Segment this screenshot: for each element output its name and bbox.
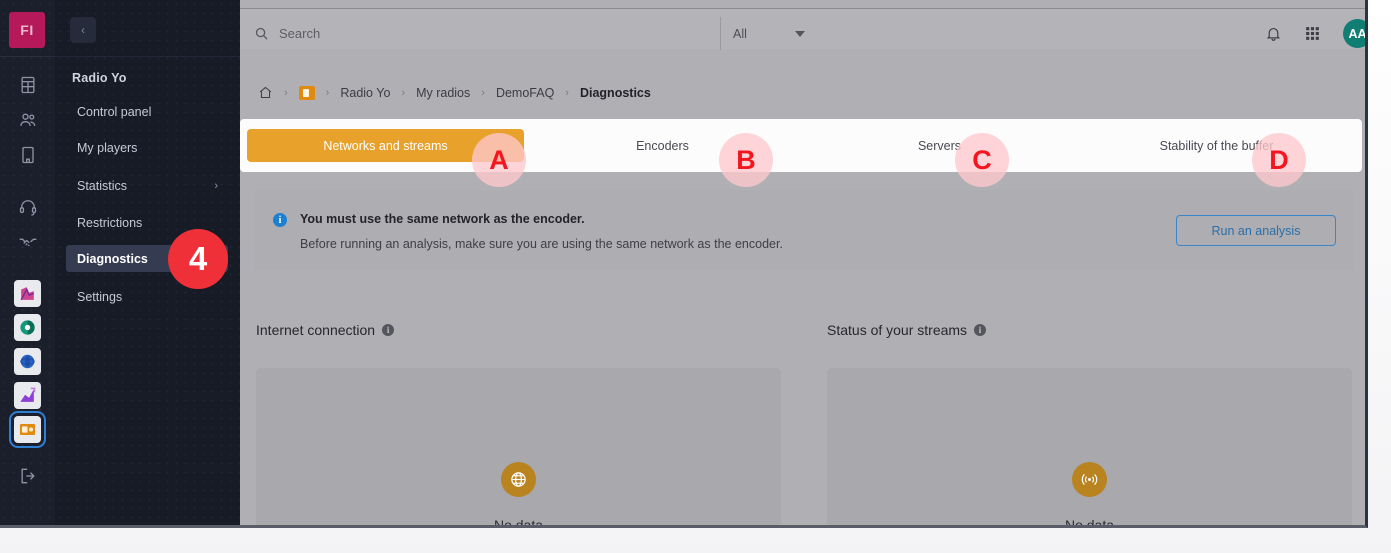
top-bar: All AA <box>240 8 1365 50</box>
grid-apps-icon[interactable] <box>1304 25 1321 42</box>
screenshot-root: FI ‹ Radio Yo Control panel My players S… <box>0 0 1391 553</box>
info-icon[interactable]: i <box>974 324 987 336</box>
bell-icon[interactable] <box>1265 25 1282 42</box>
breadcrumb-separator: › <box>481 86 485 99</box>
info-banner-title: You must use the same network as the enc… <box>300 212 585 226</box>
breadcrumb-separator: › <box>401 86 406 99</box>
sidebar-item-statistics[interactable]: Statistics › <box>66 172 228 199</box>
breadcrumb-item-diagnostics: Diagnostics <box>579 85 651 100</box>
search-icon <box>254 26 269 41</box>
breadcrumb-separator: › <box>565 86 569 99</box>
info-icon[interactable]: i <box>382 324 395 336</box>
partners-icon[interactable] <box>15 228 41 254</box>
avatar[interactable]: AA <box>1343 19 1365 48</box>
annotation-marker-c: C <box>955 133 1009 187</box>
annotation-marker-d: D <box>1252 133 1306 187</box>
app-analytics[interactable] <box>14 280 41 307</box>
sidebar-item-label: Restrictions <box>77 215 143 230</box>
info-banner: i You must use the same network as the e… <box>254 190 1354 270</box>
sidebar-item-label: Statistics <box>77 178 128 193</box>
topbar-actions: AA <box>1265 17 1365 50</box>
search-filter-select[interactable]: All <box>720 17 815 50</box>
info-icon: i <box>273 213 287 227</box>
home-icon[interactable] <box>258 85 273 100</box>
customers-icon[interactable] <box>15 107 41 133</box>
search-input[interactable] <box>279 26 679 41</box>
invoices-icon[interactable] <box>15 72 41 98</box>
sidebar-item-my-players[interactable]: My players <box>66 134 228 161</box>
app-hub[interactable] <box>14 348 41 375</box>
breadcrumb-separator: › <box>325 86 330 99</box>
sidebar-item-label: Diagnostics <box>77 251 148 266</box>
company-icon[interactable] <box>15 142 41 168</box>
chevron-right-icon: › <box>214 179 218 192</box>
app-globe[interactable] <box>14 314 41 341</box>
panel-title-internet-connection: Internet connection i <box>256 322 395 338</box>
annotation-marker-a: A <box>472 133 526 187</box>
info-banner-subtitle: Before running an analysis, make sure yo… <box>300 237 783 251</box>
sidebar-item-control-panel[interactable]: Control panel <box>66 98 228 125</box>
sidebar-item-label: Control panel <box>77 104 152 119</box>
panel-title-status-of-your-streams: Status of your streams i <box>827 322 987 338</box>
sidebar-divider <box>55 56 240 57</box>
panel-internet-connection: No data <box>256 368 781 528</box>
sidebar-title: Radio Yo <box>72 71 127 85</box>
empty-state-label: No data <box>493 517 544 528</box>
breadcrumb-item-demofaq[interactable]: DemoFAQ <box>496 86 554 100</box>
icon-rail: FI <box>0 0 55 525</box>
rail-divider <box>0 56 55 57</box>
run-analysis-button[interactable]: Run an analysis <box>1176 215 1336 246</box>
panel-status-of-your-streams: No data <box>827 368 1352 528</box>
breadcrumb-item-my-radios[interactable]: My radios <box>416 86 470 100</box>
app-radio[interactable] <box>9 411 46 448</box>
tab-bar: Networks and streams Encoders Servers St… <box>240 119 1362 172</box>
tab-stability-of-the-buffer[interactable]: Stability of the buffer <box>1078 129 1355 162</box>
empty-state-status-of-your-streams: No data <box>827 462 1352 528</box>
empty-state-label: No data <box>1064 517 1115 528</box>
sidebar-collapse-button[interactable]: ‹ <box>70 17 96 43</box>
radio-app-icon[interactable] <box>298 85 315 100</box>
sidebar-item-label: My players <box>77 140 138 155</box>
panel-title-text: Status of your streams <box>827 322 968 338</box>
tab-servers[interactable]: Servers <box>801 129 1078 162</box>
annotation-marker-b: B <box>719 133 773 187</box>
breadcrumb: › › Radio Yo › My radios › DemoFAQ › Dia… <box>240 72 1365 113</box>
brand-logo[interactable]: FI <box>9 12 45 48</box>
app-charts[interactable] <box>14 382 41 409</box>
search-filter-value: All <box>733 26 747 41</box>
main-content: All AA <box>240 0 1365 528</box>
support-icon[interactable] <box>15 194 41 220</box>
breadcrumb-separator: › <box>284 86 288 99</box>
chevron-down-icon <box>795 30 805 37</box>
search-field-wrapper[interactable] <box>245 17 725 50</box>
broadcast-icon <box>1072 462 1107 497</box>
logout-icon[interactable] <box>15 463 41 489</box>
panel-title-text: Internet connection <box>256 322 376 338</box>
sidebar-item-label: Settings <box>77 289 123 304</box>
empty-state-internet-connection: No data <box>256 462 781 528</box>
globe-icon <box>501 462 536 497</box>
annotation-marker-4: 4 <box>168 229 228 289</box>
breadcrumb-item-radio-yo[interactable]: Radio Yo <box>340 86 390 100</box>
